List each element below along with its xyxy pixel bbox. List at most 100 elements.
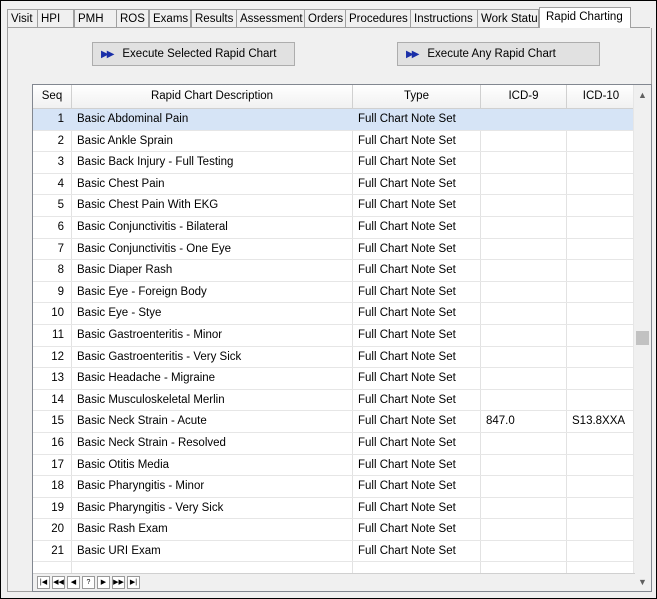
row-description: Basic Eye - Stye bbox=[77, 307, 162, 320]
row-type: Full Chart Note Set bbox=[358, 134, 456, 147]
row-seq: 1 bbox=[57, 113, 64, 125]
grid-header: Seq Rapid Chart Description Type ICD-9 I… bbox=[33, 85, 635, 109]
row-description: Basic Neck Strain - Acute bbox=[77, 415, 207, 428]
table-row[interactable]: 19 Basic Pharyngitis - Very Sick Full Char… bbox=[33, 498, 635, 520]
tab-assessment[interactable]: Assessment bbox=[236, 9, 305, 27]
row-seq: 19 bbox=[51, 501, 64, 514]
row-icd10 bbox=[567, 195, 635, 216]
help-icon[interactable]: ? bbox=[82, 576, 95, 589]
row-icd9 bbox=[481, 390, 566, 411]
row-icd9 bbox=[481, 541, 566, 562]
table-row[interactable]: 9 Basic Eye - Foreign Body Full Chart Note… bbox=[33, 282, 635, 304]
tab-exams[interactable]: Exams bbox=[149, 9, 191, 27]
row-icd9 bbox=[481, 303, 566, 324]
row-icd9 bbox=[481, 260, 566, 281]
row-icd10 bbox=[567, 152, 635, 173]
row-type: Full Chart Note Set bbox=[358, 523, 456, 536]
row-seq: 15 bbox=[51, 415, 64, 428]
row-seq: 18 bbox=[51, 480, 64, 493]
row-icd10 bbox=[567, 109, 635, 130]
row-type: Full Chart Note Set bbox=[358, 220, 456, 233]
table-row[interactable]: 3 Basic Back Injury - Full Testing Full Ch… bbox=[33, 152, 635, 174]
table-row[interactable]: 20 Basic Rash Exam Full Chart Note Set bbox=[33, 519, 635, 541]
row-type: Full Chart Note Set bbox=[358, 436, 456, 449]
row-seq: 12 bbox=[51, 350, 64, 363]
rapid-chart-grid[interactable]: Seq Rapid Chart Description Type ICD-9 I… bbox=[32, 84, 652, 592]
table-row[interactable]: 5 Basic Chest Pain With EKG Full Chart Not… bbox=[33, 195, 635, 217]
column-header-icd9[interactable]: ICD-9 bbox=[481, 85, 567, 108]
scroll-down-icon[interactable]: ▼ bbox=[634, 574, 651, 591]
row-icd9: 847.0 bbox=[486, 415, 515, 428]
scrollbar-thumb[interactable] bbox=[636, 331, 649, 345]
table-row[interactable]: 6 Basic Conjunctivitis - Bilateral Full Ch… bbox=[33, 217, 635, 239]
execute-any-rapid-chart-button[interactable]: ▶▶ Execute Any Rapid Chart bbox=[397, 42, 600, 66]
table-row[interactable]: 21 Basic URI Exam Full Chart Note Set bbox=[33, 541, 635, 563]
tab-procedures[interactable]: Procedures bbox=[345, 9, 411, 27]
row-icd10 bbox=[567, 347, 635, 368]
column-header-type[interactable]: Type bbox=[353, 85, 481, 108]
table-row[interactable]: 10 Basic Eye - Stye Full Chart Note Set bbox=[33, 303, 635, 325]
table-row[interactable]: 16 Basic Neck Strain - Resolved Full Chart… bbox=[33, 433, 635, 455]
row-type: Full Chart Note Set bbox=[358, 501, 456, 514]
row-icd10 bbox=[567, 498, 635, 519]
table-row[interactable]: 15 Basic Neck Strain - Acute Full Chart No… bbox=[33, 411, 635, 433]
last-page-icon[interactable]: ▶| bbox=[127, 576, 140, 589]
row-seq: 10 bbox=[51, 307, 64, 320]
tab-work-status[interactable]: Work Status bbox=[477, 9, 539, 27]
tab-ros[interactable]: ROS bbox=[116, 9, 149, 27]
row-icd10 bbox=[567, 131, 635, 152]
column-header-description[interactable]: Rapid Chart Description bbox=[72, 85, 353, 108]
row-seq: 11 bbox=[52, 328, 64, 341]
prior-page-icon[interactable]: ◀◀ bbox=[52, 576, 65, 589]
row-seq: 2 bbox=[57, 134, 64, 147]
tab-pmh[interactable]: PMH bbox=[74, 9, 117, 27]
row-icd9 bbox=[481, 195, 566, 216]
first-page-icon[interactable]: |◀ bbox=[37, 576, 50, 589]
row-description: Basic Ankle Sprain bbox=[77, 134, 173, 147]
table-row[interactable]: 1 Basic Abdominal Pain Full Chart Note Set bbox=[33, 109, 635, 131]
double-right-arrow-icon: ▶▶ bbox=[406, 49, 419, 60]
row-icd10 bbox=[567, 368, 635, 389]
table-row[interactable]: 13 Basic Headache - Migraine Full Chart No… bbox=[33, 368, 635, 390]
next-page-icon[interactable]: ▶▶ bbox=[112, 576, 125, 589]
row-description: Basic Musculoskeletal Merlin bbox=[77, 393, 225, 406]
row-description: Basic Pharyngitis - Very Sick bbox=[77, 501, 224, 514]
row-icd9 bbox=[481, 368, 566, 389]
column-header-seq[interactable]: Seq bbox=[33, 85, 72, 108]
row-icd9 bbox=[481, 476, 566, 497]
tab-results[interactable]: Results bbox=[191, 9, 237, 27]
row-description: Basic Headache - Migraine bbox=[77, 372, 216, 385]
table-row[interactable]: 2 Basic Ankle Sprain Full Chart Note Set bbox=[33, 131, 635, 153]
table-row[interactable]: 4 Basic Chest Pain Full Chart Note Set bbox=[33, 174, 635, 196]
row-seq: 7 bbox=[57, 242, 64, 255]
table-row[interactable]: 17 Basic Otitis Media Full Chart Note Set bbox=[33, 455, 635, 477]
window-frame: Visit HPI PMH ROS Exams Results Assessment Orde… bbox=[0, 0, 657, 599]
scroll-up-icon[interactable]: ▲ bbox=[634, 87, 651, 104]
execute-selected-rapid-chart-button[interactable]: ▶▶ Execute Selected Rapid Chart bbox=[92, 42, 295, 66]
table-row[interactable]: 14 Basic Musculoskeletal Merlin Full Chart… bbox=[33, 390, 635, 412]
table-row[interactable]: 18 Basic Pharyngitis - Minor Full Chart No… bbox=[33, 476, 635, 498]
column-header-icd10[interactable]: ICD-10 bbox=[567, 85, 635, 108]
row-description: Basic Pharyngitis - Minor bbox=[77, 480, 205, 493]
vertical-scrollbar[interactable]: ▲ ▼ bbox=[633, 85, 651, 591]
row-icd10 bbox=[567, 325, 635, 346]
table-row[interactable]: 7 Basic Conjunctivitis - One Eye Full Char… bbox=[33, 239, 635, 261]
table-row[interactable]: 8 Basic Diaper Rash Full Chart Note Set bbox=[33, 260, 635, 282]
tab-visit[interactable]: Visit bbox=[7, 9, 38, 27]
row-seq: 13 bbox=[51, 372, 64, 385]
table-row[interactable]: 11 Basic Gastroenteritis - Minor Full Char… bbox=[33, 325, 635, 347]
row-icd10 bbox=[567, 455, 635, 476]
tab-hpi[interactable]: HPI bbox=[37, 9, 74, 27]
grid-rows: 1 Basic Abdominal Pain Full Chart Note Set… bbox=[33, 109, 635, 563]
tab-rapid-charting[interactable]: Rapid Charting bbox=[539, 7, 631, 28]
table-row[interactable]: 12 Basic Gastroenteritis - Very Sick Full … bbox=[33, 347, 635, 369]
prior-record-icon[interactable]: ◀ bbox=[67, 576, 80, 589]
row-description: Basic Diaper Rash bbox=[77, 264, 173, 277]
row-description: Basic Chest Pain With EKG bbox=[77, 199, 219, 212]
row-seq: 6 bbox=[57, 220, 64, 233]
tab-instructions[interactable]: Instructions bbox=[410, 9, 478, 27]
row-type: Full Chart Note Set bbox=[358, 113, 456, 125]
next-record-icon[interactable]: ▶ bbox=[97, 576, 110, 589]
tab-orders[interactable]: Orders bbox=[304, 9, 346, 27]
row-icd10 bbox=[567, 282, 635, 303]
